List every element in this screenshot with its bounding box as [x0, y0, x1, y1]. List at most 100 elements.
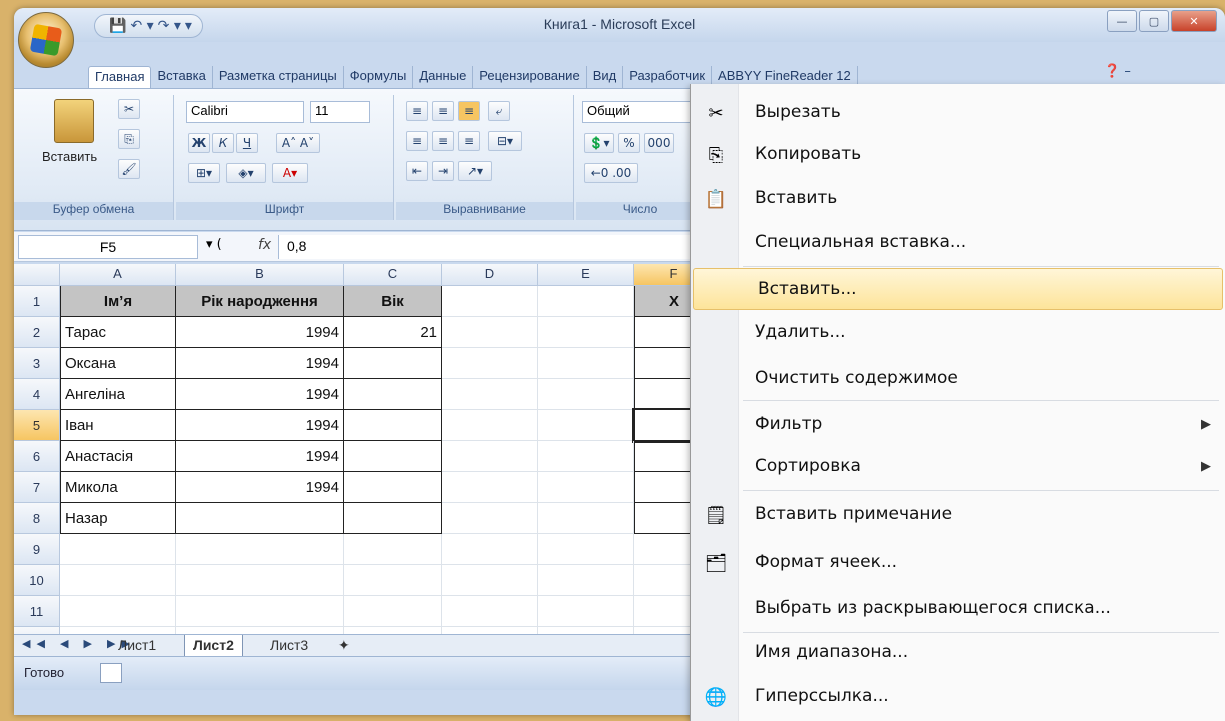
sheet-tab-1[interactable]: Лист1: [110, 635, 164, 657]
row-header-10[interactable]: 10: [14, 565, 60, 596]
font-color-icon[interactable]: A▾: [272, 163, 308, 183]
cell-D3[interactable]: [442, 348, 538, 379]
row-header-4[interactable]: 4: [14, 379, 60, 410]
cell-A5[interactable]: Іван: [60, 410, 176, 441]
cell-B10[interactable]: [176, 565, 344, 596]
row-header-2[interactable]: 2: [14, 317, 60, 348]
row-header-6[interactable]: 6: [14, 441, 60, 472]
cell-A11[interactable]: [60, 596, 176, 627]
cell-D6[interactable]: [442, 441, 538, 472]
cell-C2[interactable]: 21: [344, 317, 442, 348]
sheet-tab-2[interactable]: Лист2: [184, 635, 243, 657]
column-header-E[interactable]: E: [538, 264, 634, 286]
help-icon[interactable]: ❓ –: [1104, 64, 1131, 79]
menu-item-формат-ячеек[interactable]: 🗂 Формат ячеек...: [691, 542, 1225, 584]
cell-C3[interactable]: [344, 348, 442, 379]
merge-cells-icon[interactable]: ⊟▾: [488, 131, 522, 151]
cell-B8[interactable]: [176, 503, 344, 534]
cut-icon[interactable]: ✂: [118, 99, 140, 119]
cell-D10[interactable]: [442, 565, 538, 596]
cell-B4[interactable]: 1994: [176, 379, 344, 410]
insert-sheet-icon[interactable]: ✦: [330, 635, 358, 657]
cell-E1[interactable]: [538, 286, 634, 317]
tab-view[interactable]: Вид: [587, 66, 624, 88]
grow-font-button[interactable]: A˄ A˅: [276, 133, 320, 153]
cell-E8[interactable]: [538, 503, 634, 534]
align-top-icon[interactable]: ≡: [406, 101, 428, 121]
cell-E2[interactable]: [538, 317, 634, 348]
cell-E11[interactable]: [538, 596, 634, 627]
menu-item-гиперссылка[interactable]: 🌐 Гиперссылка...: [691, 676, 1225, 718]
sheet-tab-3[interactable]: Лист3: [262, 635, 316, 657]
cell-B11[interactable]: [176, 596, 344, 627]
cell-E9[interactable]: [538, 534, 634, 565]
row-header-9[interactable]: 9: [14, 534, 60, 565]
cell-E4[interactable]: [538, 379, 634, 410]
cell-C4[interactable]: [344, 379, 442, 410]
cell-B6[interactable]: 1994: [176, 441, 344, 472]
cell-A10[interactable]: [60, 565, 176, 596]
cell-A7[interactable]: Микола: [60, 472, 176, 503]
tab-review[interactable]: Рецензирование: [473, 66, 587, 88]
align-left-icon[interactable]: ≡: [406, 131, 428, 151]
cell-D11[interactable]: [442, 596, 538, 627]
cell-B1[interactable]: Рік народження: [176, 286, 344, 317]
decimal-buttons-icon[interactable]: ←0 .00: [584, 163, 638, 183]
row-header-3[interactable]: 3: [14, 348, 60, 379]
align-right-icon[interactable]: ≡: [458, 131, 480, 151]
cell-E10[interactable]: [538, 565, 634, 596]
orientation-icon[interactable]: ↗▾: [458, 161, 492, 181]
cell-B9[interactable]: [176, 534, 344, 565]
fill-color-icon[interactable]: ◈▾: [226, 163, 266, 183]
menu-item-вставить-примечание[interactable]: 🗒 Вставить примечание: [691, 494, 1225, 536]
cell-B7[interactable]: 1994: [176, 472, 344, 503]
currency-icon[interactable]: 💲▾: [584, 133, 614, 153]
copy-icon[interactable]: ⎘: [118, 129, 140, 149]
cell-B3[interactable]: 1994: [176, 348, 344, 379]
menu-item-фильтр[interactable]: Фильтр ▶: [691, 404, 1225, 446]
name-box[interactable]: F5: [18, 235, 198, 259]
increase-indent-icon[interactable]: ⇥: [432, 161, 454, 181]
menu-item-имя-диапазона[interactable]: Имя диапазона...: [691, 632, 1225, 674]
cell-E5[interactable]: [538, 410, 634, 441]
underline-button[interactable]: Ч: [236, 133, 258, 153]
align-bottom-icon[interactable]: ≡: [458, 101, 480, 121]
decrease-indent-icon[interactable]: ⇤: [406, 161, 428, 181]
close-button[interactable]: ✕: [1171, 10, 1217, 32]
column-header-C[interactable]: C: [344, 264, 442, 286]
comma-button[interactable]: 000: [644, 133, 674, 153]
fx-icon[interactable]: fx: [258, 237, 271, 253]
cell-B5[interactable]: 1994: [176, 410, 344, 441]
cell-C8[interactable]: [344, 503, 442, 534]
tab-data[interactable]: Данные: [413, 66, 474, 88]
maximize-button[interactable]: ▢: [1139, 10, 1169, 32]
menu-item-выбрать-из-раскрывающегося-списка[interactable]: Выбрать из раскрывающегося списка...: [691, 588, 1225, 630]
cell-C9[interactable]: [344, 534, 442, 565]
number-format-select[interactable]: Общий: [582, 101, 698, 123]
row-header-7[interactable]: 7: [14, 472, 60, 503]
paste-button[interactable]: Вставить: [42, 149, 97, 164]
cell-C6[interactable]: [344, 441, 442, 472]
office-button[interactable]: [18, 12, 74, 68]
menu-item-сортировка[interactable]: Сортировка ▶: [691, 446, 1225, 488]
paste-icon[interactable]: [54, 99, 94, 143]
bold-button[interactable]: Ж: [188, 133, 210, 153]
macro-record-icon[interactable]: [100, 663, 122, 683]
menu-item-специальная-вставка[interactable]: Специальная вставка...: [691, 222, 1225, 264]
cell-A6[interactable]: Анастасія: [60, 441, 176, 472]
menu-item-очистить-содержимое[interactable]: Очистить содержимое: [691, 358, 1225, 400]
tab-insert[interactable]: Вставка: [151, 66, 213, 88]
wrap-text-icon[interactable]: ⤶: [488, 101, 510, 121]
row-header-11[interactable]: 11: [14, 596, 60, 627]
column-header-B[interactable]: B: [176, 264, 344, 286]
cell-C5[interactable]: [344, 410, 442, 441]
cell-D7[interactable]: [442, 472, 538, 503]
tab-formulas[interactable]: Формулы: [344, 66, 414, 88]
cell-E6[interactable]: [538, 441, 634, 472]
font-name-select[interactable]: Calibri: [186, 101, 304, 123]
cell-E3[interactable]: [538, 348, 634, 379]
format-painter-icon[interactable]: 🖌: [118, 159, 140, 179]
cell-A8[interactable]: Назар: [60, 503, 176, 534]
cell-D2[interactable]: [442, 317, 538, 348]
tab-page-layout[interactable]: Разметка страницы: [213, 66, 344, 88]
